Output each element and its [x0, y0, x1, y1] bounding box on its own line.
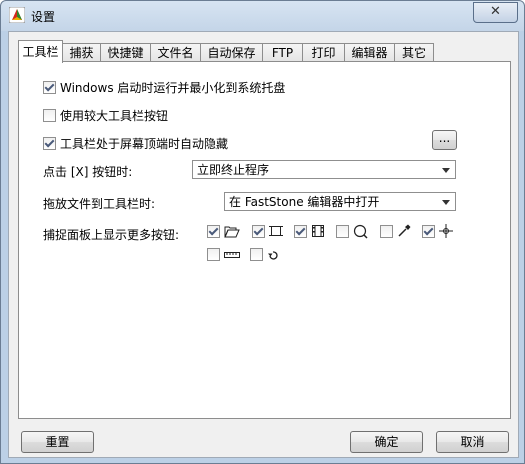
- title-bar: 设置 ✕: [1, 1, 524, 31]
- magnifier-checkbox[interactable]: [336, 225, 349, 238]
- drag-drop-value: 在 FastStone 编辑器中打开: [229, 195, 380, 209]
- capture-button-magnifier[interactable]: [336, 224, 369, 239]
- close-click-value: 立即终止程序: [197, 163, 270, 177]
- close-click-select[interactable]: 立即终止程序: [192, 160, 456, 179]
- settings-window: 设置 ✕ 工具栏 捕获 快捷键 文件名 自动保存 FTP 打印 编辑器 其它 W…: [0, 0, 525, 464]
- capture-button-rotate[interactable]: [250, 248, 279, 261]
- magnifier-icon: [353, 224, 368, 239]
- dialog-client: 工具栏 捕获 快捷键 文件名 自动保存 FTP 打印 编辑器 其它 Window…: [8, 31, 519, 458]
- close-click-label: 点击 [X] 按钮时:: [43, 165, 133, 179]
- ok-button[interactable]: 确定: [350, 431, 423, 453]
- minimize-to-tray-option[interactable]: Windows 启动时运行并最小化到系统托盘: [43, 79, 285, 96]
- large-buttons-checkbox[interactable]: [43, 109, 56, 122]
- capture-button-ruler[interactable]: [207, 248, 240, 261]
- film-record-icon: [312, 225, 324, 237]
- rectangle-capture-icon: [269, 226, 283, 236]
- tab-hotkeys[interactable]: 快捷键: [100, 43, 151, 62]
- tab-autosave[interactable]: 自动保存: [200, 43, 263, 62]
- crosshair-icon: [439, 224, 453, 238]
- crosshair-checkbox[interactable]: [422, 224, 435, 238]
- rectangle-capture-checkbox[interactable]: [252, 224, 265, 238]
- color-picker-checkbox[interactable]: [380, 224, 393, 238]
- large-buttons-option[interactable]: 使用较大工具栏按钮: [43, 107, 168, 124]
- tab-other[interactable]: 其它: [394, 43, 434, 62]
- auto-hide-label: 工具栏处于屏幕顶端时自动隐藏: [60, 137, 229, 151]
- tab-editor[interactable]: 编辑器: [344, 43, 395, 62]
- capture-button-color-picker[interactable]: [380, 224, 411, 238]
- large-buttons-label: 使用较大工具栏按钮: [60, 109, 169, 123]
- capture-button-rectangle[interactable]: [252, 224, 283, 238]
- toolbar-settings-panel: Windows 启动时运行并最小化到系统托盘 使用较大工具栏按钮 工具栏处于屏幕…: [18, 61, 511, 419]
- chevron-down-icon: [442, 200, 450, 205]
- rotate-icon: [268, 250, 278, 260]
- tab-toolbar[interactable]: 工具栏: [18, 40, 63, 63]
- window-title: 设置: [31, 10, 56, 24]
- tab-ftp[interactable]: FTP: [262, 43, 303, 62]
- color-picker-icon: [398, 224, 411, 237]
- capture-button-open[interactable]: [207, 224, 240, 238]
- tab-capture[interactable]: 捕获: [62, 43, 101, 62]
- ruler-checkbox[interactable]: [207, 248, 220, 261]
- tab-print[interactable]: 打印: [302, 43, 345, 62]
- auto-hide-option[interactable]: 工具栏处于屏幕顶端时自动隐藏: [43, 135, 228, 152]
- minimize-to-tray-label: Windows 启动时运行并最小化到系统托盘: [60, 81, 286, 95]
- film-record-checkbox[interactable]: [294, 224, 307, 238]
- close-window-button[interactable]: ✕: [473, 2, 518, 23]
- minimize-to-tray-checkbox[interactable]: [43, 81, 56, 94]
- reset-button[interactable]: 重置: [21, 431, 94, 453]
- capture-button-record[interactable]: [294, 224, 325, 238]
- auto-hide-checkbox[interactable]: [43, 137, 56, 150]
- app-logo-icon: [9, 7, 25, 23]
- cancel-button[interactable]: 取消: [436, 431, 509, 453]
- rotate-checkbox[interactable]: [250, 248, 263, 261]
- open-folder-checkbox[interactable]: [207, 224, 220, 238]
- capture-button-crosshair[interactable]: [422, 224, 453, 238]
- tab-filename[interactable]: 文件名: [150, 43, 201, 62]
- more-options-button[interactable]: ...: [432, 130, 457, 150]
- open-folder-icon: [224, 226, 240, 238]
- ruler-icon: [224, 251, 240, 258]
- drag-drop-select[interactable]: 在 FastStone 编辑器中打开: [224, 192, 456, 211]
- capture-panel-label: 捕捉面板上显示更多按钮:: [43, 228, 180, 242]
- drag-drop-label: 拖放文件到工具栏时:: [43, 197, 156, 211]
- chevron-down-icon: [442, 168, 450, 173]
